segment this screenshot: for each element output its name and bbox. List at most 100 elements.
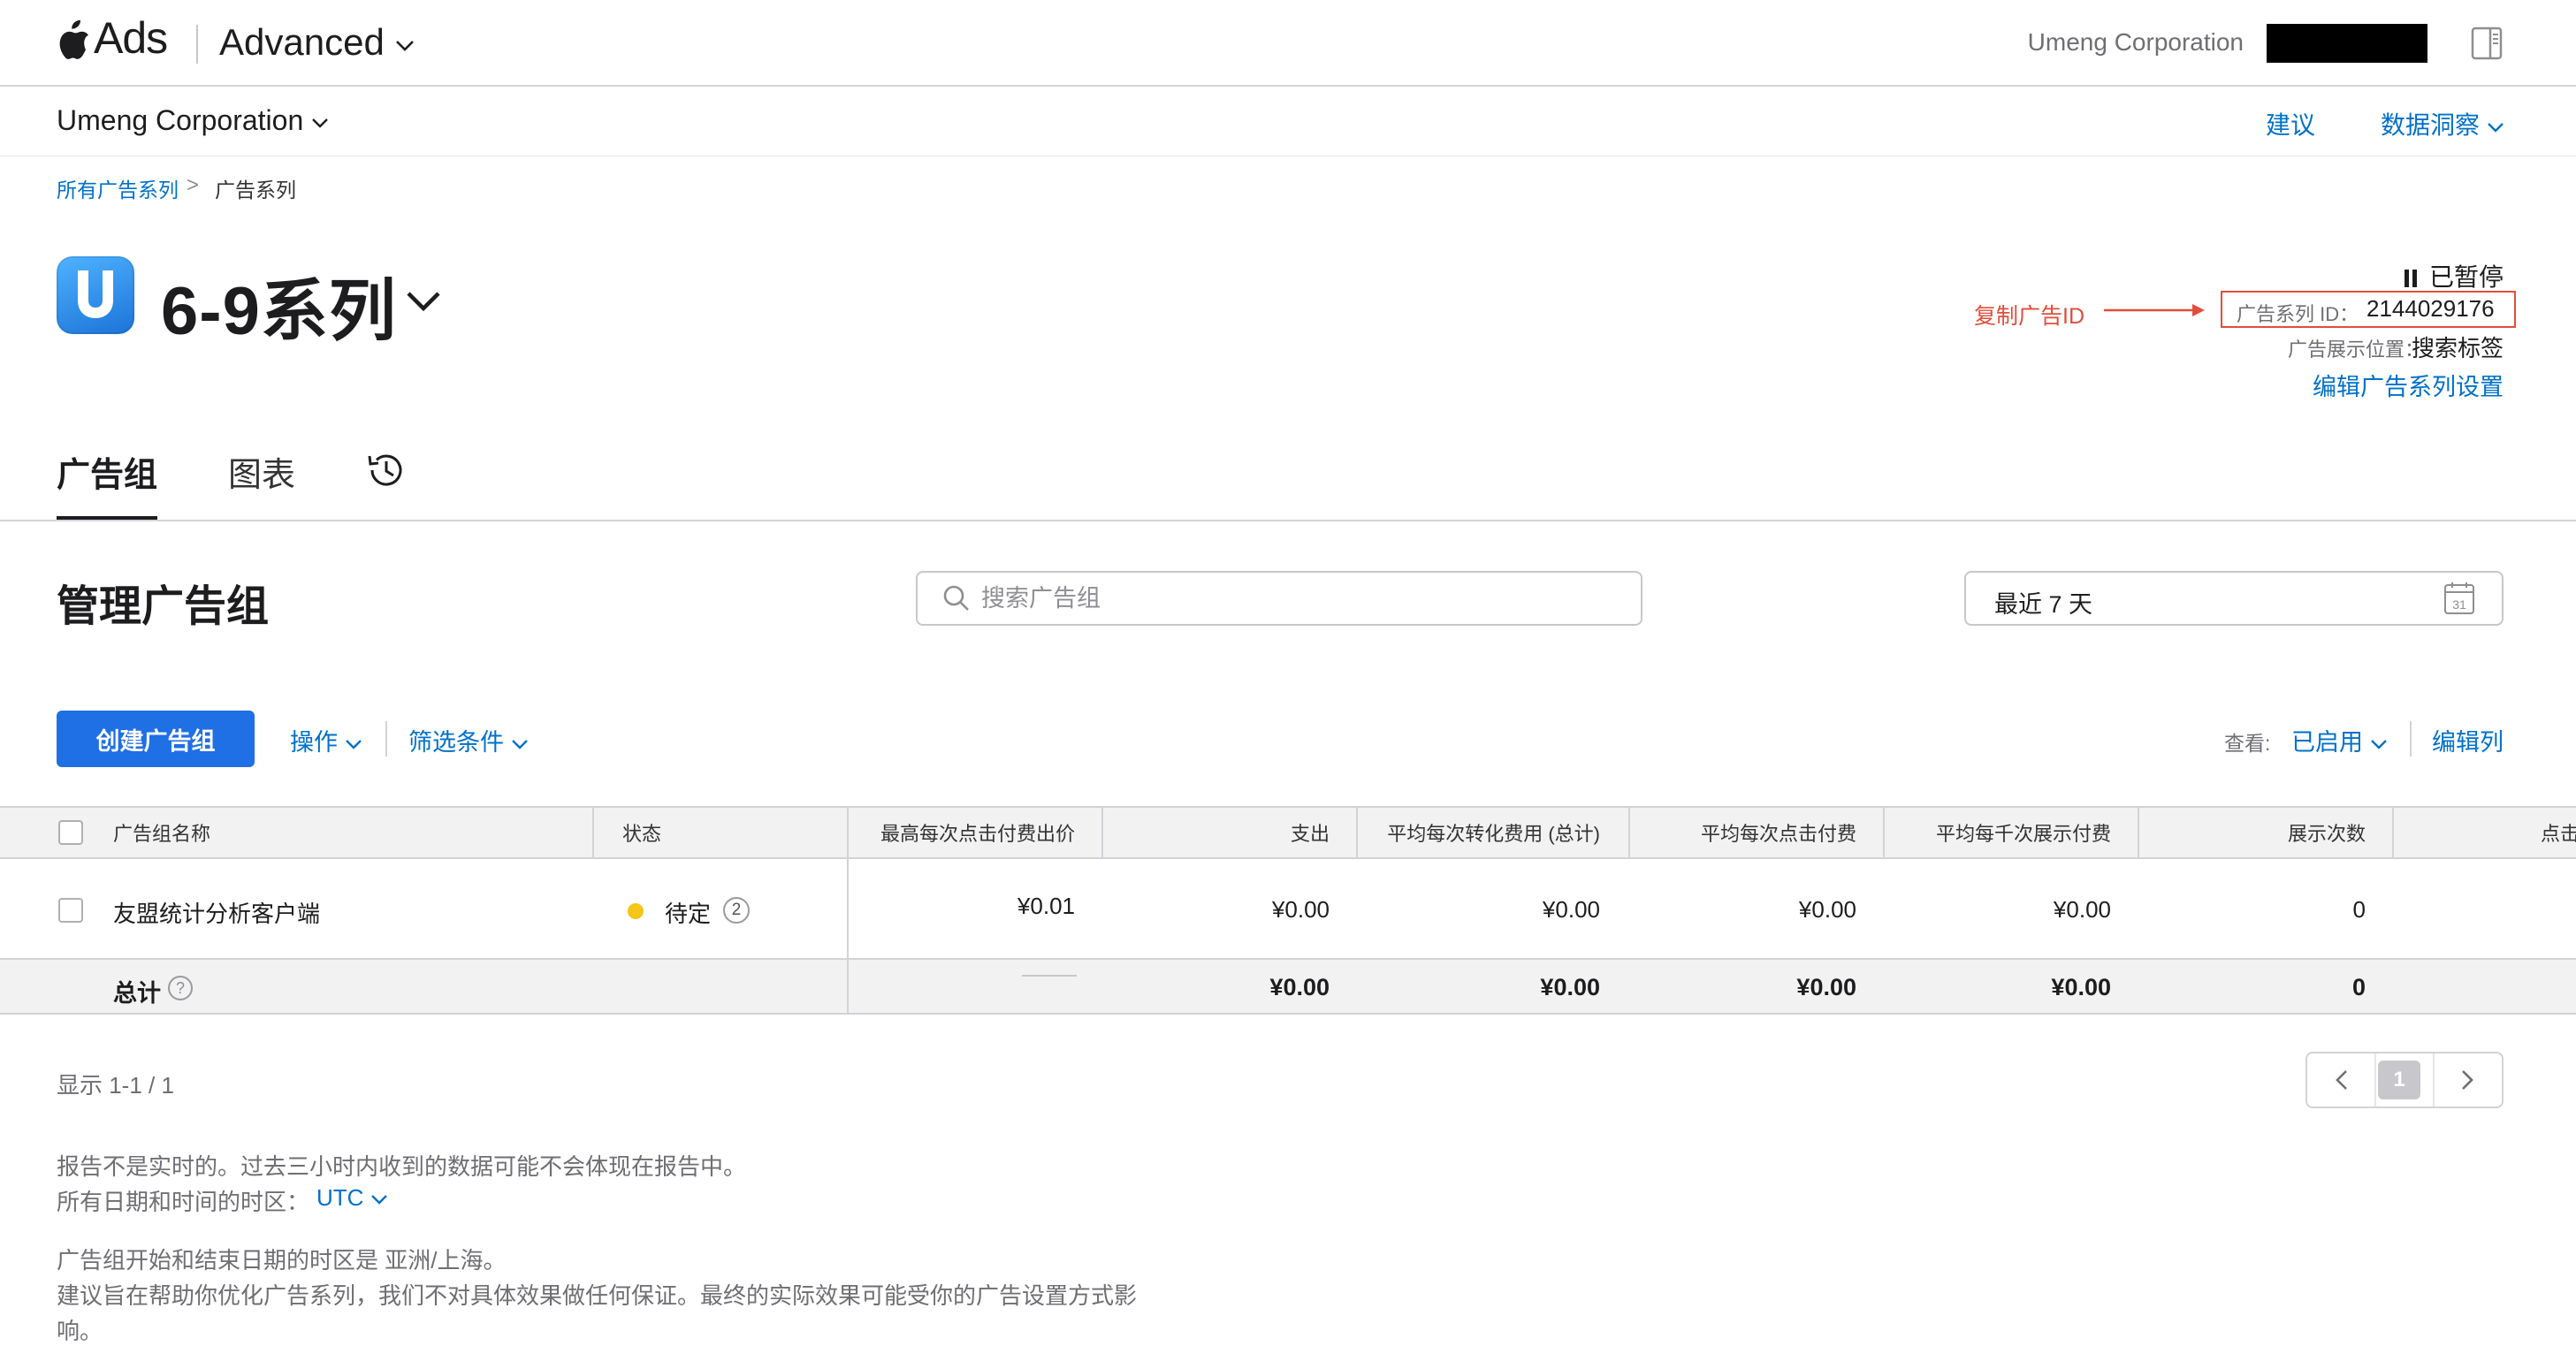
column-divider	[1628, 806, 1630, 859]
adgroup-timezone-note: 广告组开始和结束日期的时区是 亚洲/上海。	[57, 1247, 507, 1274]
column-header-name[interactable]: 广告组名称	[113, 818, 210, 847]
chevron-down-icon[interactable]	[405, 288, 442, 313]
chevron-down-icon	[312, 118, 328, 128]
timezone-dropdown[interactable]: UTC	[316, 1184, 388, 1212]
current-page-button[interactable]: 1	[2378, 1061, 2420, 1099]
tab-charts[interactable]: 图表	[228, 447, 295, 496]
results-count: 显示 1-1 / 1	[57, 1072, 174, 1099]
history-icon[interactable]	[364, 449, 407, 491]
calendar-day: 31	[2452, 597, 2466, 612]
edit-columns-link[interactable]: 编辑列	[2432, 723, 2504, 757]
column-divider	[1101, 806, 1103, 859]
placement-label: 广告展示位置：	[2287, 338, 2424, 361]
panel-toggle-icon[interactable]	[2471, 27, 2503, 60]
column-divider	[1883, 806, 1885, 859]
insights-label: 数据洞察	[2381, 111, 2481, 139]
timezone-value: UTC	[316, 1184, 364, 1211]
status-dot	[628, 903, 644, 919]
chevron-left-icon	[2336, 1070, 2347, 1090]
redacted-user	[2267, 24, 2427, 63]
column-header-impressions[interactable]: 展示次数	[2288, 818, 2366, 847]
app-icon	[57, 256, 134, 334]
search-icon	[943, 585, 969, 611]
create-ad-group-button[interactable]: 创建广告组	[57, 711, 255, 767]
chevron-down-icon	[511, 740, 528, 749]
breadcrumb-current: 广告系列	[215, 179, 296, 202]
campaign-id-label: 广告系列 ID：	[2237, 303, 2359, 325]
brand-divider	[196, 25, 198, 64]
total-label: 总计	[113, 980, 161, 1007]
cell-avg-cpa: ¥0.00	[1542, 896, 1600, 923]
org-switcher[interactable]: Umeng Corporation	[57, 104, 329, 137]
help-icon[interactable]: ?	[168, 976, 193, 1000]
cell-impressions: 0	[2352, 896, 2366, 923]
suggestions-link[interactable]: 建议	[2266, 106, 2315, 141]
insights-menu[interactable]: 数据洞察	[2381, 106, 2504, 141]
pause-icon	[2404, 270, 2417, 287]
total-impressions: 0	[2351, 974, 2366, 1000]
date-range-value: 最近 7 天	[1994, 591, 2093, 618]
cell-max-bid[interactable]: ¥0.01	[1017, 893, 1075, 920]
column-divider	[592, 806, 594, 859]
column-header-max-bid[interactable]: 最高每次点击付费出价	[880, 818, 1075, 847]
placement-value: 搜索标签	[2411, 335, 2504, 361]
column-header-avg-cpt[interactable]: 平均每次点击付费	[1701, 818, 1856, 847]
divider	[385, 721, 387, 757]
chevron-down-icon	[345, 740, 362, 749]
realtime-note: 报告不是实时的。过去三小时内收到的数据可能不会体现在报告中。	[57, 1153, 747, 1180]
view-label: 查看:	[2224, 732, 2271, 755]
view-value: 已启用	[2291, 729, 2363, 756]
total-avg-cpm: ¥0.00	[2051, 974, 2111, 1000]
disclaimer-line-1: 建议旨在帮助你优化广告系列，我们不对具体效果做任何保证。最终的实际效果可能受你的…	[57, 1282, 1138, 1309]
status-count-badge[interactable]: 2	[723, 897, 750, 924]
operations-menu[interactable]: 操作	[290, 723, 362, 757]
prev-page-button[interactable]	[2307, 1052, 2376, 1108]
view-filter-dropdown[interactable]: 已启用	[2291, 723, 2388, 757]
disclaimer-line-2: 响。	[57, 1318, 103, 1344]
status-badge: 待定	[665, 901, 712, 927]
column-divider	[1356, 806, 1358, 859]
mode-label: Advanced	[219, 21, 385, 63]
ad-group-name-link[interactable]: 友盟统计分析客户端	[113, 896, 320, 929]
breadcrumb-separator: >	[187, 173, 200, 197]
total-max-bid-empty	[1022, 975, 1077, 977]
filters-menu[interactable]: 筛选条件	[408, 723, 529, 757]
search-input[interactable]	[916, 571, 1642, 626]
cell-avg-cpt: ¥0.00	[1798, 896, 1856, 923]
mode-switcher[interactable]: Advanced	[219, 21, 415, 64]
column-divider	[2138, 806, 2139, 859]
campaign-status: 已暂停	[2404, 258, 2504, 293]
calendar-icon[interactable]: 31	[2443, 582, 2475, 615]
column-header-status[interactable]: 状态	[622, 818, 661, 847]
brand-name: Ads	[94, 13, 168, 63]
timezone-label: 所有日期和时间的时区：	[57, 1189, 310, 1215]
select-all-checkbox[interactable]	[58, 820, 83, 845]
column-header-spend[interactable]: 支出	[1291, 818, 1330, 847]
column-header-avg-cpm[interactable]: 平均每千次展示付费	[1936, 818, 2111, 847]
next-page-button[interactable]	[2433, 1052, 2502, 1108]
filters-label: 筛选条件	[408, 729, 504, 756]
breadcrumb-all-campaigns[interactable]: 所有广告系列	[57, 173, 179, 203]
chevron-down-icon	[396, 40, 415, 51]
org-name-top[interactable]: Umeng Corporation	[2028, 28, 2244, 57]
arrow-right-icon	[2104, 304, 2205, 316]
chevron-down-icon	[370, 1195, 387, 1205]
column-header-avg-cpa[interactable]: 平均每次转化费用 (总计)	[1387, 818, 1600, 847]
cell-avg-cpm: ¥0.00	[2053, 896, 2111, 923]
apple-logo-icon[interactable]	[57, 18, 92, 60]
section-title: 管理广告组	[57, 583, 270, 630]
column-divider	[847, 960, 849, 1015]
tab-ad-groups[interactable]: 广告组	[57, 447, 157, 496]
top-bar: Ads Advanced Umeng Corporation	[0, 0, 2576, 85]
campaign-id-value[interactable]: 2144029176	[2366, 295, 2495, 323]
row-checkbox[interactable]	[58, 898, 83, 923]
campaign-title[interactable]: 6-9系列	[161, 256, 397, 354]
total-avg-cpa: ¥0.00	[1540, 974, 1600, 1000]
copy-id-annotation: 复制广告ID	[1974, 304, 2085, 329]
chevron-down-icon	[2487, 122, 2504, 133]
table-header	[0, 806, 2576, 859]
column-divider	[2392, 806, 2394, 859]
status-label: 已暂停	[2428, 263, 2504, 291]
edit-campaign-settings-link[interactable]: 编辑广告系列设置	[2313, 368, 2504, 402]
column-header-taps[interactable]: 点击	[2541, 818, 2576, 847]
